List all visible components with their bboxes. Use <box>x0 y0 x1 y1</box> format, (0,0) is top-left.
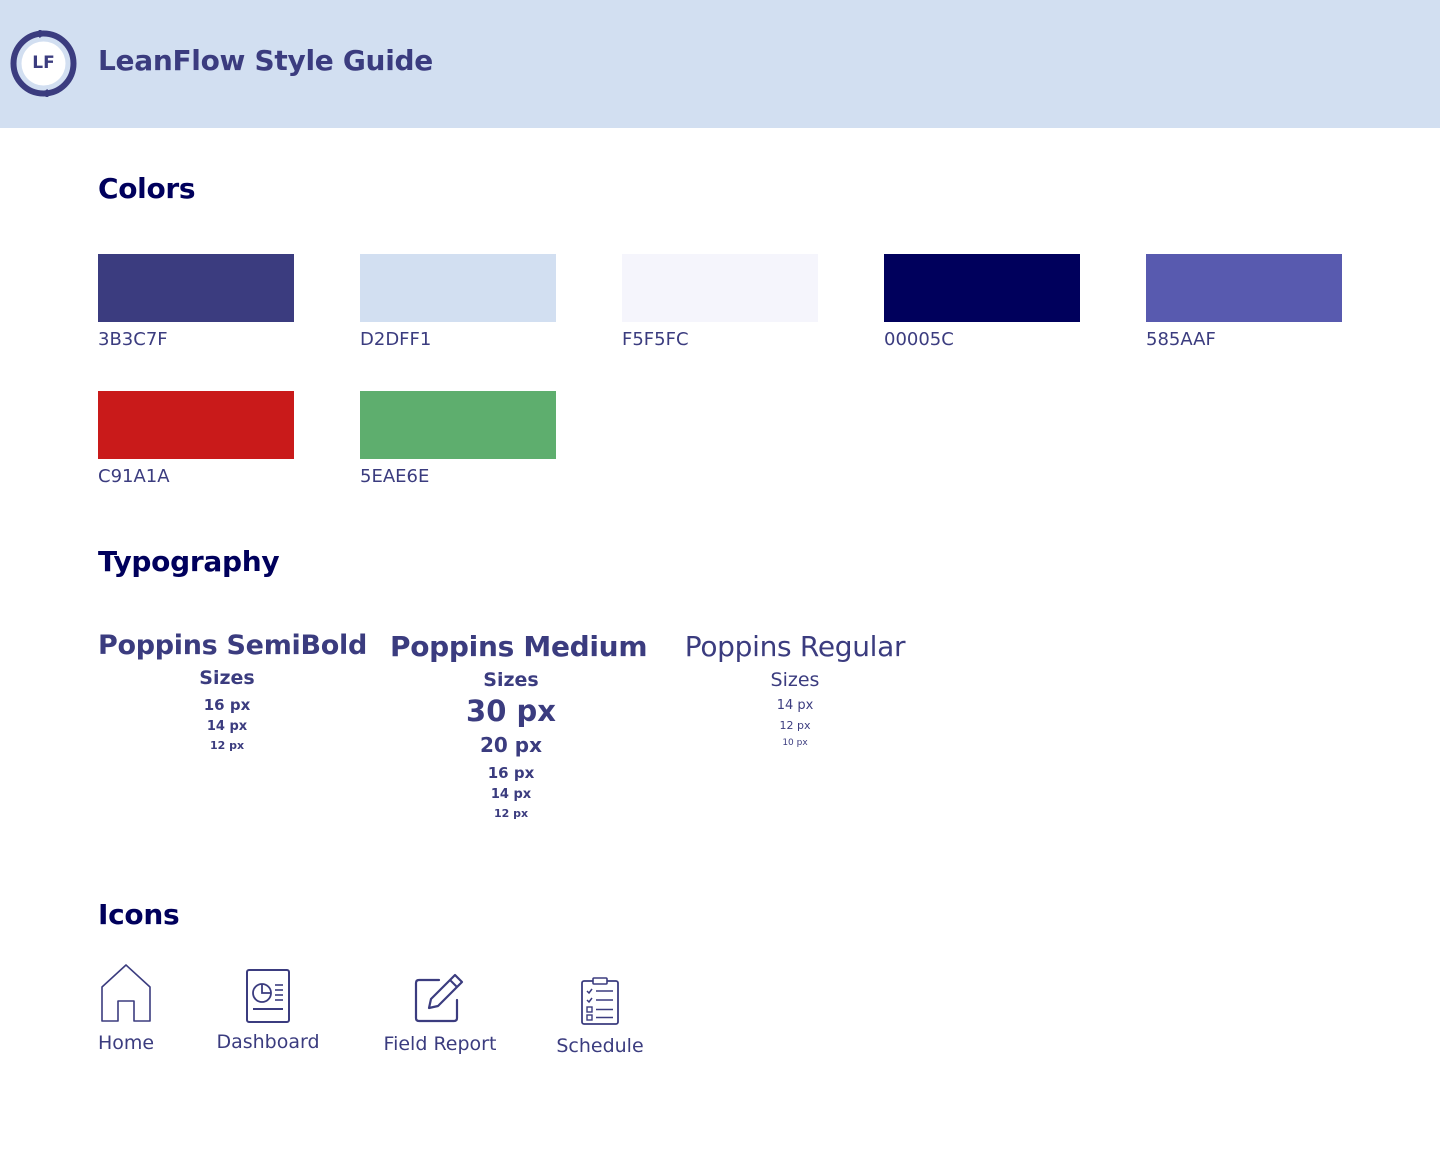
sizes-label: Sizes <box>483 669 539 691</box>
icon-label: Home <box>97 1032 155 1054</box>
icon-label: Field Report <box>383 1033 497 1055</box>
logo: LF <box>10 30 77 97</box>
color-swatch-label: 3B3C7F <box>98 329 168 350</box>
color-swatch: D2DFF1 <box>360 254 556 350</box>
font-size-sample: 14 px <box>206 719 248 734</box>
font-size-sample: 14 px <box>490 787 532 802</box>
color-swatch-box <box>98 391 294 459</box>
schedule-icon <box>581 977 619 1025</box>
color-swatch-box <box>884 254 1080 322</box>
icon-sample-field-report: Field Report <box>372 970 508 1055</box>
icon-sample-schedule: Schedule <box>545 976 655 1057</box>
logo-initials: LF <box>32 53 55 73</box>
dashboard-icon <box>246 969 290 1023</box>
color-swatch-box <box>622 254 818 322</box>
font-size-sample: 12 px <box>493 807 529 820</box>
color-swatch-label: 585AAF <box>1146 329 1216 350</box>
color-swatch: F5F5FC <box>622 254 818 350</box>
font-size-sample: 10 px <box>782 738 808 748</box>
icons-heading: Icons <box>98 898 180 931</box>
colors-heading: Colors <box>98 172 196 205</box>
font-size-sample: 20 px <box>479 733 542 757</box>
font-size-sample: 14 px <box>776 698 814 713</box>
icon-label: Schedule <box>556 1035 644 1057</box>
color-swatch-box <box>1146 254 1342 322</box>
color-swatch-label: C91A1A <box>98 466 170 487</box>
header-bar: LF LeanFlow Style Guide <box>0 0 1440 128</box>
color-swatch-label: 5EAE6E <box>360 466 430 487</box>
color-swatch-box <box>360 391 556 459</box>
home-icon <box>101 964 151 1022</box>
color-swatch: 585AAF <box>1146 254 1342 350</box>
color-swatch-label: 00005C <box>884 329 954 350</box>
font-size-sample: 16 px <box>487 764 535 782</box>
color-swatch: C91A1A <box>98 391 294 487</box>
color-swatch-label: D2DFF1 <box>360 329 432 350</box>
icon-sample-home: Home <box>76 963 176 1054</box>
font-sample-regular: Poppins Regular Sizes 14 px 12 px 10 px <box>682 630 908 748</box>
font-size-sample: 12 px <box>779 719 811 732</box>
font-sample-medium: Poppins Medium Sizes 30 px 20 px 16 px 1… <box>390 630 648 820</box>
page-title: LeanFlow Style Guide <box>98 44 433 77</box>
typography-heading: Typography <box>98 545 280 578</box>
color-swatch: 5EAE6E <box>360 391 556 487</box>
color-swatch: 3B3C7F <box>98 254 294 350</box>
font-size-sample: 16 px <box>203 696 251 714</box>
color-swatch-box <box>360 254 556 322</box>
sizes-label: Sizes <box>199 667 255 689</box>
font-family-name: Poppins SemiBold <box>98 630 367 661</box>
color-swatch-label: F5F5FC <box>622 329 689 350</box>
sizes-label: Sizes <box>770 669 820 691</box>
color-swatch: 00005C <box>884 254 1080 350</box>
icon-sample-dashboard: Dashboard <box>203 968 333 1053</box>
font-family-name: Poppins Regular <box>684 630 906 663</box>
field-report-icon <box>414 973 464 1023</box>
font-family-name: Poppins Medium <box>390 630 648 663</box>
color-swatch-box <box>98 254 294 322</box>
font-size-sample: 30 px <box>466 694 556 728</box>
font-size-sample: 12 px <box>209 739 245 752</box>
icon-label: Dashboard <box>216 1031 320 1053</box>
font-sample-semibold: Poppins SemiBold Sizes 16 px 14 px 12 px <box>98 630 367 752</box>
